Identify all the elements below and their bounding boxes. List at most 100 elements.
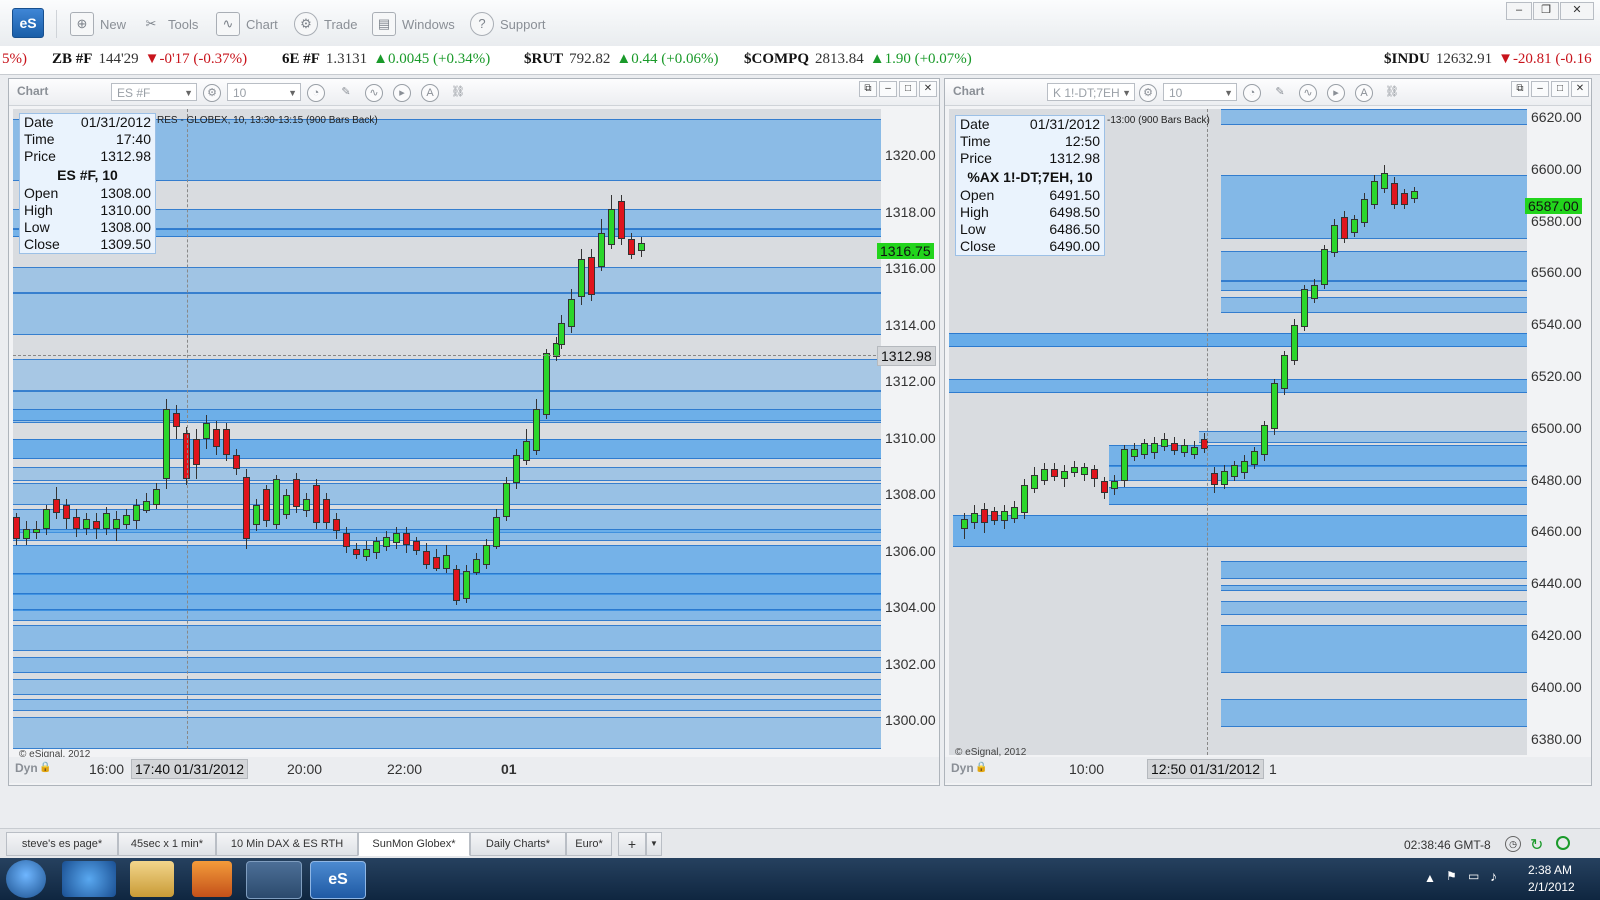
page-tab-active[interactable]: SunMon Globex*	[358, 832, 470, 856]
time-template-icon[interactable]: ◔	[1243, 84, 1261, 102]
candle-body	[313, 485, 320, 523]
interval-combobox[interactable]: 10 ▼	[1163, 83, 1237, 101]
detach-window-button[interactable]: ⧉	[859, 81, 877, 97]
symbol-combobox[interactable]: K 1!-DT;7EH ▼	[1047, 83, 1135, 101]
esignal-taskbar-icon[interactable]: eS	[310, 861, 366, 899]
taskbar-date[interactable]: 2/1/2012	[1528, 880, 1575, 894]
media-player-icon[interactable]	[192, 861, 232, 897]
info-open: 1308.00	[100, 185, 151, 201]
candle-body	[1021, 485, 1028, 513]
refresh-icon[interactable]: ↻	[1530, 835, 1543, 855]
time-label: 22:00	[387, 761, 423, 777]
connection-status-icon[interactable]	[1556, 836, 1570, 850]
candle-body	[578, 259, 585, 297]
candle-body	[991, 511, 998, 521]
lock-icon[interactable]: 🔒	[39, 762, 51, 773]
start-button[interactable]	[6, 860, 46, 898]
ticker-item[interactable]: 6E #F 1.3131 ▲0.0045 (+0.34%)	[282, 51, 490, 68]
minimize-chart-button[interactable]: –	[879, 81, 897, 97]
tools-button[interactable]: ✂ Tools	[140, 12, 199, 36]
candle-body	[1331, 225, 1338, 253]
draw-pencil-icon[interactable]: ✎	[1271, 84, 1289, 102]
volume-profile-band	[1221, 281, 1527, 291]
ticker-item[interactable]: ZB #F 144'29 ▼-0'17 (-0.37%)	[52, 51, 247, 68]
tray-overflow-icon[interactable]: ▲	[1424, 871, 1436, 885]
time-template-icon[interactable]: ◔	[307, 84, 325, 102]
price-axis[interactable]: 1320.00 1318.00 1316.00 1314.00 1312.00 1310.…	[883, 109, 937, 749]
info-low: 6486.50	[1049, 221, 1100, 237]
volume-icon[interactable]: ♪	[1490, 868, 1497, 884]
candle-body	[63, 505, 70, 519]
replay-icon[interactable]: ▸	[1327, 84, 1345, 102]
candle-body	[1061, 471, 1068, 479]
volume-profile-band	[13, 625, 881, 651]
action-center-flag-icon[interactable]: ⚑	[1446, 869, 1457, 883]
ticker-item[interactable]: 5%)	[2, 51, 27, 68]
ticker-symbol: $RUT	[524, 51, 564, 67]
ticker-item[interactable]: $RUT 792.82 ▲0.44 (+0.06%)	[524, 51, 718, 68]
detach-window-button[interactable]: ⧉	[1511, 81, 1529, 97]
esignal-logo[interactable]: eS	[12, 8, 44, 38]
page-tab[interactable]: Daily Charts*	[470, 832, 566, 856]
close-chart-button[interactable]: ✕	[1571, 81, 1589, 97]
time-axis[interactable]: Dyn 🔒 10:00 12:50 01/31/2012 1	[945, 757, 1591, 783]
network-icon[interactable]: ▭	[1468, 869, 1479, 883]
candle-body	[33, 529, 40, 533]
dyn-label[interactable]: Dyn	[951, 761, 974, 775]
new-button[interactable]: ⊕ New	[70, 12, 126, 36]
symbol-combobox[interactable]: ES #F ▼	[111, 83, 197, 101]
page-tab[interactable]: Euro*	[566, 832, 612, 856]
candle-body	[433, 557, 440, 569]
internet-explorer-icon[interactable]	[62, 861, 116, 897]
page-tab[interactable]: steve's es page*	[6, 832, 118, 856]
time-axis[interactable]: Dyn 🔒 16:00 17:40 01/31/2012 20:00 22:00…	[9, 757, 939, 783]
page-tab[interactable]: 45sec x 1 min*	[118, 832, 216, 856]
new-chart-icon: ⊕	[70, 12, 94, 36]
page-tab[interactable]: 10 Min DAX & ES RTH	[216, 832, 358, 856]
lock-icon[interactable]: 🔒	[975, 762, 987, 773]
interval-combobox[interactable]: 10 ▼	[227, 83, 301, 101]
symbol-settings-icon[interactable]: ⚙	[203, 84, 221, 102]
alert-icon[interactable]: A	[1355, 84, 1373, 102]
remote-desktop-icon[interactable]	[246, 861, 302, 899]
candle-body	[273, 479, 280, 525]
tab-menu-chevron-icon[interactable]: ▼	[646, 832, 662, 856]
trade-button[interactable]: ⚙ Trade	[294, 12, 357, 36]
ticker-item[interactable]: $COMPQ 2813.84 ▲1.90 (+0.07%)	[744, 51, 972, 68]
info-label: Open	[24, 185, 59, 201]
study-icon[interactable]: ∿	[1299, 84, 1317, 102]
maximize-chart-button[interactable]: □	[899, 81, 917, 97]
link-icon[interactable]: ⛓	[1383, 84, 1401, 102]
candle-body	[1031, 475, 1038, 489]
close-chart-button[interactable]: ✕	[919, 81, 937, 97]
dyn-label[interactable]: Dyn	[15, 761, 38, 775]
study-icon[interactable]: ∿	[365, 84, 383, 102]
candle-body	[1041, 469, 1048, 481]
symbol-settings-icon[interactable]: ⚙	[1139, 84, 1157, 102]
add-tab-button[interactable]: +	[618, 832, 646, 856]
link-icon[interactable]: ⛓	[449, 84, 467, 102]
minimize-chart-button[interactable]: –	[1531, 81, 1549, 97]
replay-icon[interactable]: ▸	[393, 84, 411, 102]
support-button[interactable]: ? Support	[470, 12, 546, 36]
volume-profile-band	[13, 409, 881, 421]
symbol-value: ES #F	[117, 86, 151, 100]
candle-body	[173, 413, 180, 427]
ticker-item[interactable]: $INDU 12632.91 ▼-20.81 (-0.16	[1384, 51, 1592, 68]
clock-icon[interactable]: ◷	[1505, 836, 1521, 852]
restore-window-button[interactable]: ❐	[1533, 2, 1559, 20]
candle-body	[503, 483, 510, 517]
windows-button[interactable]: ▤ Windows	[372, 12, 455, 36]
trade-icon: ⚙	[294, 12, 318, 36]
minimize-window-button[interactable]: –	[1506, 2, 1532, 20]
alert-icon[interactable]: A	[421, 84, 439, 102]
close-window-button[interactable]: ✕	[1560, 2, 1594, 20]
volume-profile-band	[1221, 699, 1527, 727]
file-explorer-icon[interactable]	[130, 861, 174, 897]
price-tick-label: 1318.00	[885, 203, 936, 220]
taskbar-time[interactable]: 2:38 AM	[1528, 863, 1572, 877]
chart-button[interactable]: ∿ Chart	[216, 12, 278, 36]
maximize-chart-button[interactable]: □	[1551, 81, 1569, 97]
info-label: Time	[960, 133, 991, 149]
draw-pencil-icon[interactable]: ✎	[337, 84, 355, 102]
